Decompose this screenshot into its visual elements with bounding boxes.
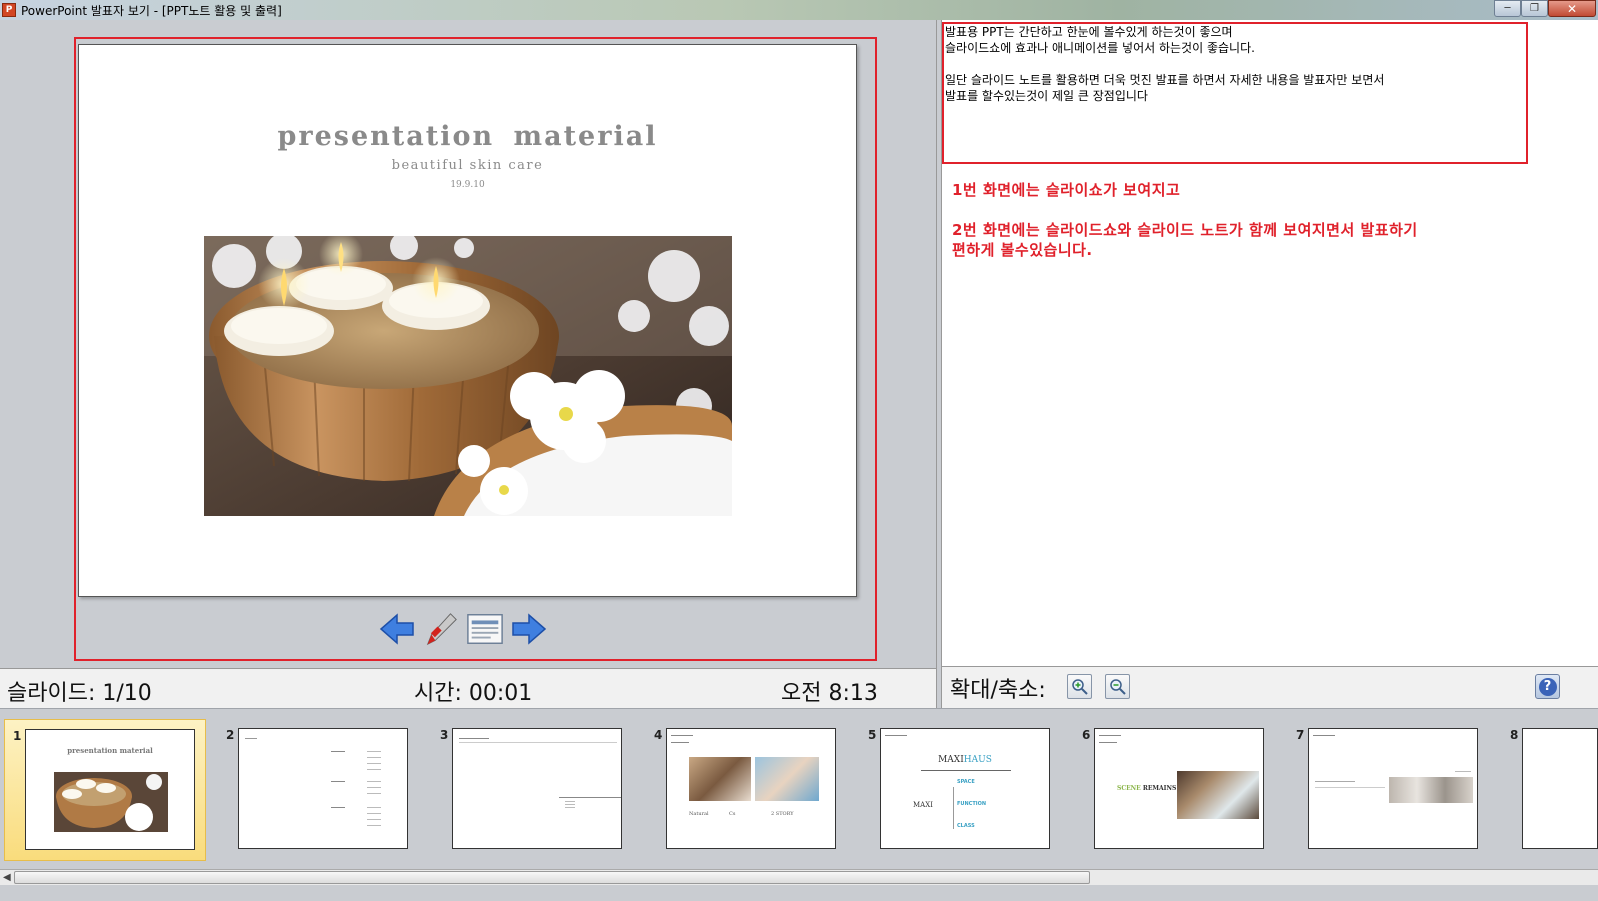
thumbnail-slide-3[interactable]: 3 xyxy=(432,719,634,861)
thumbnail-heading-b: REMAINS xyxy=(1142,785,1177,792)
thumbnail-item-3: CLASS xyxy=(957,823,975,829)
scroll-left-icon[interactable]: ◀ xyxy=(3,872,11,883)
thumbnail-image xyxy=(1522,728,1598,849)
thumbnail-brand-a: MAXI xyxy=(938,755,964,765)
thumbnail-slide-5[interactable]: 5 MAXIHAUS MAXI SPACE FUNCTION CLASS xyxy=(860,719,1062,861)
speaker-notes-pane[interactable]: 발표용 PPT는 간단하고 한눈에 볼수있게 하는것이 좋으며 슬라이드쇼에 효… xyxy=(942,20,1598,666)
slideshow-highlight-frame xyxy=(74,37,877,661)
previous-arrow-icon[interactable] xyxy=(378,610,416,648)
zoom-label: 확대/축소: xyxy=(950,678,1046,703)
thumbnail-slide-6[interactable]: 6 SCENE REMAINS xyxy=(1074,719,1276,861)
thumbnail-slide-4[interactable]: 4 Natural Cs 2 STORY xyxy=(646,719,848,861)
slide-navigation-controls xyxy=(378,610,548,648)
minimize-icon: ─ xyxy=(1504,2,1511,14)
help-icon: ? xyxy=(1538,677,1557,696)
minimize-button[interactable]: ─ xyxy=(1494,0,1521,17)
thumbnail-brand-b: HAUS xyxy=(963,755,992,765)
thumbnail-photo xyxy=(54,772,168,832)
clock: 오전 8:13 xyxy=(781,681,878,706)
thumbnail-slide-1[interactable]: 1 presentation material xyxy=(4,719,206,861)
thumbnail-caption-left: Natural xyxy=(689,811,709,817)
thumbnail-photo-face xyxy=(755,757,819,801)
thumbnail-caption-mid: Cs xyxy=(729,811,736,817)
thumbnail-photo-massage xyxy=(689,757,751,801)
presenter-status-bar: 슬라이드: 1/10 시간: 00:01 오전 8:13 xyxy=(0,668,936,708)
slide-menu-icon[interactable] xyxy=(466,610,504,648)
zoom-bar: 확대/축소: ? xyxy=(942,666,1598,708)
slide-thumbnail-strip: 1 presentation material 2 3 4 Natural Cs… xyxy=(0,708,1598,869)
help-button[interactable]: ? xyxy=(1535,674,1560,699)
thumbnail-number: 6 xyxy=(1082,728,1091,742)
thumbnail-slide-2[interactable]: 2 xyxy=(218,719,420,861)
thumbnail-image xyxy=(1308,728,1478,849)
thumbnail-image: MAXIHAUS MAXI SPACE FUNCTION CLASS xyxy=(880,728,1050,849)
thumbnail-slide-8[interactable]: 8 xyxy=(1502,719,1598,861)
thumbnail-heading-a: SCENE xyxy=(1117,785,1143,792)
thumbnail-item-2: FUNCTION xyxy=(957,801,987,807)
powerpoint-icon[interactable]: P xyxy=(2,3,16,17)
thumbnail-title: presentation material xyxy=(67,746,153,755)
close-icon: ✕ xyxy=(1566,1,1578,16)
thumbnail-number: 5 xyxy=(868,728,877,742)
thumbnail-number: 2 xyxy=(226,728,235,742)
window-bottom-edge xyxy=(0,885,1598,901)
zoom-out-button[interactable] xyxy=(1105,674,1130,699)
elapsed-timer[interactable]: 시간: 00:01 xyxy=(414,675,532,707)
restore-button[interactable]: ❐ xyxy=(1521,0,1548,17)
speaker-notes-text[interactable]: 발표용 PPT는 간단하고 한눈에 볼수있게 하는것이 좋으며 슬라이드쇼에 효… xyxy=(945,24,1384,104)
zoom-in-button[interactable] xyxy=(1067,674,1092,699)
thumbnail-scrollbar[interactable]: ◀ xyxy=(0,869,1598,885)
current-slide-pane: presentation material beautiful skin car… xyxy=(0,20,936,668)
window-controls: ─ ❐ ✕ xyxy=(1494,0,1596,17)
thumbnail-number: 3 xyxy=(440,728,449,742)
annotation-text: 1번 화면에는 슬라이쇼가 보여지고 2번 화면에는 슬라이드쇼와 슬라이드 노… xyxy=(952,181,1418,259)
zoom-out-icon xyxy=(1109,678,1126,695)
thumbnail-slide-7[interactable]: 7 xyxy=(1288,719,1490,861)
thumbnail-side-label: MAXI xyxy=(913,801,933,809)
pen-icon[interactable] xyxy=(422,610,460,648)
window-title: PowerPoint 발표자 보기 - [PPT노트 활용 및 출력] xyxy=(21,3,282,18)
thumbnail-number: 1 xyxy=(13,729,22,743)
thumbnail-photo-interior xyxy=(1177,771,1259,819)
slide-counter: 슬라이드: 1/10 xyxy=(7,681,152,706)
thumbnail-photo-room xyxy=(1389,777,1473,803)
thumbnail-image: presentation material xyxy=(25,729,195,850)
thumbnail-number: 8 xyxy=(1510,728,1519,742)
thumbnail-number: 7 xyxy=(1296,728,1305,742)
next-arrow-icon[interactable] xyxy=(510,610,548,648)
thumbnail-number: 4 xyxy=(654,728,663,742)
thumbnail-caption-right: 2 STORY xyxy=(771,811,794,817)
thumbnail-item-1: SPACE xyxy=(957,779,975,785)
close-button[interactable]: ✕ xyxy=(1548,0,1596,17)
thumbnail-image xyxy=(452,728,622,849)
scrollbar-thumb[interactable] xyxy=(14,871,1090,884)
thumbnail-image xyxy=(238,728,408,849)
restore-icon: ❐ xyxy=(1530,2,1539,14)
thumbnail-image: SCENE REMAINS xyxy=(1094,728,1264,849)
title-bar: P PowerPoint 발표자 보기 - [PPT노트 활용 및 출력] ─ … xyxy=(0,0,1598,20)
zoom-in-icon xyxy=(1071,678,1088,695)
thumbnail-image: Natural Cs 2 STORY xyxy=(666,728,836,849)
